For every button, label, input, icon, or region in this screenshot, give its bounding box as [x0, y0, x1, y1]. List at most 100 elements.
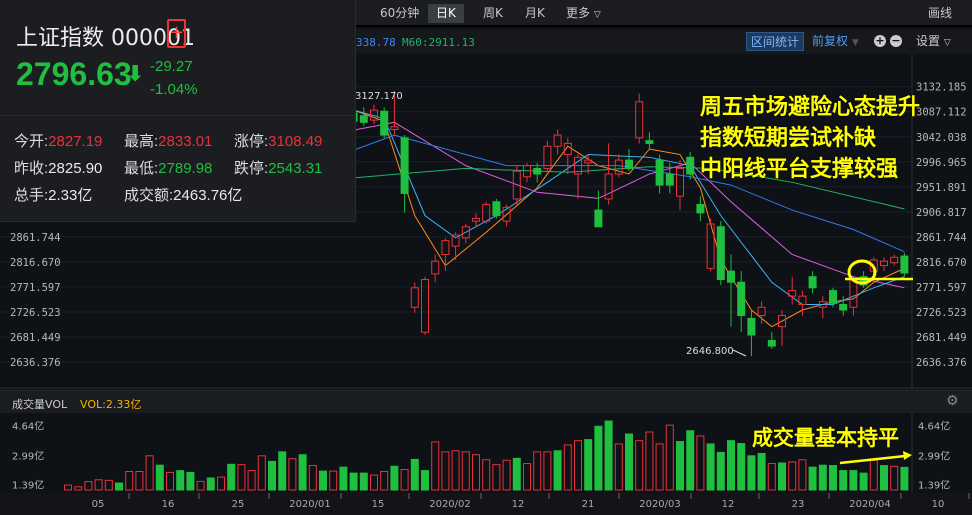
candle-body — [359, 115, 368, 123]
volume-bar — [349, 472, 358, 491]
x-tick-label: 21 — [582, 499, 595, 510]
stat-label: 涨停: — [234, 133, 269, 150]
y-tick-label: 2996.965 — [916, 157, 967, 169]
stat-item: 最高:2833.01 — [124, 130, 212, 151]
stat-item: 最低:2789.98 — [124, 157, 212, 178]
volume-bar — [757, 452, 766, 491]
y-tick-label: 2681.449 — [916, 332, 967, 344]
volume-bar — [115, 482, 123, 491]
stat-value: 2789.98 — [158, 160, 213, 177]
volume-bar — [808, 466, 817, 491]
stat-value: 2543.31 — [268, 160, 323, 177]
current-price: 2796.63 — [16, 56, 132, 92]
candle-body — [533, 167, 542, 175]
volume-title: 成交量VOL — [12, 398, 68, 411]
volume-bar — [512, 457, 521, 491]
high-price-label: 3127.170 — [355, 91, 403, 102]
candle — [370, 104, 378, 125]
candle — [645, 132, 654, 149]
y-tick-label: 3042.038 — [916, 132, 967, 144]
volume-bar — [829, 465, 837, 491]
candle — [421, 276, 429, 335]
volume-bar — [859, 472, 868, 491]
x-tick-label: 23 — [792, 499, 805, 510]
candle-body — [727, 270, 735, 283]
candle-body — [645, 140, 654, 144]
quote-panel: 上证指数 000001 + 2796.63 ⬇ -29.27 -1.04% 今开… — [0, 0, 356, 222]
stat-label: 最低: — [124, 160, 159, 177]
candle — [492, 198, 501, 219]
y-tick-label: 2726.523 — [916, 307, 967, 319]
candle — [808, 271, 817, 294]
candle-body — [410, 287, 419, 308]
y-tick-label: 3087.112 — [916, 107, 967, 119]
candle-body — [757, 306, 766, 317]
x-tick-label: 12 — [722, 499, 735, 510]
candle-body — [716, 226, 725, 280]
volume-bar — [747, 455, 756, 491]
x-tick-label: 2020/03 — [639, 499, 681, 510]
candle — [472, 212, 480, 227]
stat-value: 2825.90 — [48, 160, 103, 177]
left-y-tick-label: 2861.744 — [10, 232, 61, 244]
candle-body — [839, 303, 848, 311]
stat-value: 2.33亿 — [48, 187, 93, 204]
volume-bar — [421, 470, 429, 491]
candle-body — [482, 204, 491, 222]
candle — [635, 93, 644, 144]
x-tick-label: 2020/02 — [429, 499, 471, 510]
volume-bar — [227, 463, 236, 491]
candle — [563, 137, 572, 174]
annotation-line: 周五市场避险心态提升 — [700, 95, 921, 120]
candle — [890, 254, 899, 266]
y-tick-label: 2906.817 — [916, 207, 967, 219]
candle-body — [737, 281, 746, 317]
stat-value: 2463.76亿 — [173, 187, 243, 204]
volume-bar — [298, 454, 307, 491]
candle — [359, 107, 368, 126]
candle-body — [747, 317, 756, 336]
y-tick-label: 2636.376 — [916, 357, 967, 369]
candle — [880, 257, 888, 272]
stat-label: 昨收: — [14, 160, 49, 177]
price-change: -29.27 — [150, 58, 193, 75]
volume-y-tick-label: 2.99亿 — [12, 449, 44, 462]
volume-bar — [737, 443, 746, 491]
y-tick-label: 2771.597 — [916, 282, 967, 294]
candle-body — [431, 260, 440, 275]
candle — [594, 190, 603, 228]
stat-label: 跌停: — [234, 160, 269, 177]
y-tick-label: 2861.744 — [916, 232, 967, 244]
y-tick-label: 3132.185 — [916, 82, 967, 94]
add-watchlist-button[interactable]: + — [167, 19, 186, 48]
volume-bar — [390, 465, 399, 491]
volume-annotation: 成交量基本持平 — [752, 426, 899, 450]
candle — [716, 221, 725, 286]
candle — [655, 154, 664, 194]
candle — [523, 162, 531, 183]
stat-value: 2827.19 — [48, 133, 103, 150]
low-price-label: 2646.800 — [686, 346, 734, 357]
stat-value: 2833.01 — [158, 133, 213, 150]
candle-body — [472, 217, 480, 222]
x-tick-label: 2020/04 — [849, 499, 891, 510]
annotation-text: 周五市场避险心态提升 指数短期尝试补缺 中阳线平台支撑较强 — [700, 92, 920, 185]
stat-label: 总手: — [14, 187, 49, 204]
candle — [778, 310, 786, 347]
volume-bar — [880, 465, 888, 491]
candle — [380, 107, 389, 138]
volume-y-tick-label: 1.39亿 — [918, 478, 950, 491]
candle-body — [665, 173, 674, 186]
candle — [441, 237, 450, 272]
volume-bar — [278, 451, 287, 491]
candle-body — [594, 209, 603, 228]
volume-bar — [359, 472, 368, 491]
left-y-tick-label: 2726.523 — [10, 307, 61, 319]
candle — [431, 254, 440, 283]
volume-bar — [339, 466, 348, 491]
volume-y-tick-label: 1.39亿 — [12, 478, 44, 491]
candle — [900, 252, 909, 277]
gear-icon[interactable]: ⚙ — [946, 393, 959, 409]
x-tick-label: 10 — [932, 499, 945, 510]
low-pointer-line — [732, 349, 747, 357]
